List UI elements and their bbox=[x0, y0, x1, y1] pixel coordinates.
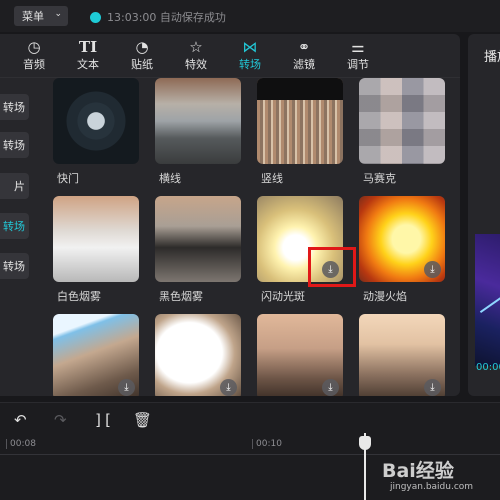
transition-card[interactable]: ⤓ bbox=[359, 314, 445, 396]
sidebar-item-label: 转场 bbox=[3, 260, 25, 273]
download-icon[interactable]: ⤓ bbox=[118, 379, 135, 396]
transition-card[interactable]: ⤓ bbox=[53, 314, 139, 396]
preview-panel: 播放 00:00 bbox=[468, 34, 500, 396]
transition-label: 马赛克 bbox=[363, 172, 396, 185]
sidebar-item-label: 转场 bbox=[3, 139, 25, 152]
tab-label: 贴纸 bbox=[131, 58, 153, 71]
effects-icon: ☆ bbox=[189, 38, 203, 56]
tab-transition[interactable]: ⋈ 转场 bbox=[228, 37, 272, 77]
transition-card-white-smoke[interactable] bbox=[53, 196, 139, 282]
sidebar-item[interactable]: 转场 bbox=[0, 94, 29, 120]
download-icon[interactable]: ⤓ bbox=[322, 379, 339, 396]
transition-card-anime-flame[interactable]: ⤓ bbox=[359, 196, 445, 282]
edit-toolbar: ↶ ↷ ][ 🗑 bbox=[0, 403, 500, 437]
tab-adjust[interactable]: ⚌ 调节 bbox=[336, 37, 380, 77]
sidebar-item-active[interactable]: 转场 bbox=[0, 213, 29, 239]
tab-label: 特效 bbox=[185, 58, 207, 71]
transition-label: 闪动光斑 bbox=[261, 290, 305, 303]
transition-label: 动漫火焰 bbox=[363, 290, 407, 303]
transition-card-horizontal-lines[interactable] bbox=[155, 78, 241, 164]
save-status-text: 13:03:00 自动保存成功 bbox=[107, 11, 226, 24]
category-toolbar: ◷ 音频 TI 文本 ◔ 贴纸 ☆ 特效 ⋈ 转场 ⚭ 滤镜 ⚌ 调节 bbox=[0, 34, 460, 78]
download-icon[interactable]: ⤓ bbox=[424, 261, 441, 278]
transition-grid: 快门 横线 竖线 马赛克 白色烟雾 黑色烟雾 ⤓ 闪动光斑 ⤓ 动漫火焰 ⤓ ⤓… bbox=[42, 78, 460, 396]
transition-card[interactable]: ⤓ bbox=[257, 314, 343, 396]
tab-label: 滤镜 bbox=[293, 58, 315, 71]
sidebar-item-label: 转场 bbox=[3, 220, 25, 233]
preview-image bbox=[475, 234, 500, 366]
saved-check-icon bbox=[90, 11, 101, 23]
audio-icon: ◷ bbox=[27, 38, 41, 56]
sidebar-item[interactable]: 转场 bbox=[0, 253, 29, 279]
redo-icon[interactable]: ↷ bbox=[54, 411, 67, 429]
media-panel: ◷ 音频 TI 文本 ◔ 贴纸 ☆ 特效 ⋈ 转场 ⚭ 滤镜 ⚌ 调节 转场 转… bbox=[0, 34, 460, 396]
chevron-down-icon: ⌄ bbox=[54, 9, 62, 19]
filter-icon: ⚭ bbox=[297, 38, 311, 56]
transition-card-mosaic[interactable] bbox=[359, 78, 445, 164]
transition-label: 白色烟雾 bbox=[57, 290, 101, 303]
save-status: 13:03:00 自动保存成功 bbox=[90, 9, 226, 25]
delete-icon[interactable]: 🗑 bbox=[133, 411, 152, 429]
transition-card[interactable]: ⤓ bbox=[155, 314, 241, 396]
transition-label: 黑色烟雾 bbox=[159, 290, 203, 303]
tab-audio[interactable]: ◷ 音频 bbox=[12, 37, 56, 77]
sidebar-item[interactable]: 片 bbox=[0, 173, 29, 199]
top-bar: 菜单 ⌄ 13:03:00 自动保存成功 bbox=[0, 0, 500, 32]
sidebar-item-label: 转场 bbox=[3, 101, 25, 114]
split-icon[interactable]: ][ bbox=[94, 411, 112, 429]
ruler-tick: 00:08 bbox=[6, 439, 36, 449]
menu-label: 菜单 bbox=[22, 10, 44, 23]
transition-card-black-smoke[interactable] bbox=[155, 196, 241, 282]
tab-label: 转场 bbox=[239, 58, 261, 71]
transition-label: 快门 bbox=[57, 172, 79, 185]
tab-filter[interactable]: ⚭ 滤镜 bbox=[282, 37, 326, 77]
text-icon: TI bbox=[78, 38, 98, 56]
sidebar-item[interactable]: 转场 bbox=[0, 132, 29, 158]
transition-card-vertical-lines[interactable] bbox=[257, 78, 343, 164]
adjust-icon: ⚌ bbox=[351, 38, 365, 56]
ruler-tick: 00:10 bbox=[252, 439, 282, 449]
sidebar-item-label: 片 bbox=[14, 180, 25, 193]
highlight-box bbox=[308, 247, 356, 287]
preview-title: 播放 bbox=[484, 50, 500, 65]
download-icon[interactable]: ⤓ bbox=[220, 379, 237, 396]
watermark-logo: Bai经验 bbox=[382, 460, 454, 482]
tab-label: 文本 bbox=[77, 58, 99, 71]
tab-sticker[interactable]: ◔ 贴纸 bbox=[120, 37, 164, 77]
playhead-handle[interactable] bbox=[359, 436, 371, 450]
menu-button[interactable]: 菜单 ⌄ bbox=[14, 6, 68, 26]
transition-label: 竖线 bbox=[261, 172, 283, 185]
tab-effects[interactable]: ☆ 特效 bbox=[174, 37, 218, 77]
tab-label: 调节 bbox=[347, 58, 369, 71]
download-icon[interactable]: ⤓ bbox=[424, 379, 441, 396]
time-ruler[interactable]: 00:08 00:10 bbox=[0, 437, 500, 455]
tab-label: 音频 bbox=[23, 58, 45, 71]
transition-icon: ⋈ bbox=[242, 38, 258, 56]
watermark-url: jingyan.baidu.com bbox=[390, 482, 474, 492]
preview-time: 00:00 bbox=[476, 362, 500, 373]
undo-icon[interactable]: ↶ bbox=[14, 411, 27, 429]
transition-label: 横线 bbox=[159, 172, 181, 185]
transition-card-shutter[interactable] bbox=[53, 78, 139, 164]
tab-text[interactable]: TI 文本 bbox=[66, 37, 110, 77]
sticker-icon: ◔ bbox=[135, 38, 149, 56]
